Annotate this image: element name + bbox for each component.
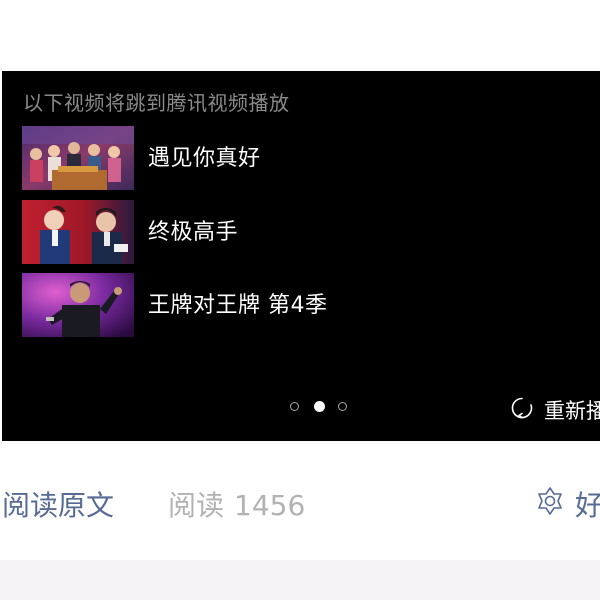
- read-label: 阅读: [168, 489, 225, 522]
- recommended-video-title: 终极高手: [148, 220, 239, 245]
- video-thumbnail: [22, 273, 134, 337]
- recommended-video-item[interactable]: 王牌对王牌 第4季: [22, 273, 582, 337]
- page-dot[interactable]: [338, 402, 347, 411]
- recommended-video-item[interactable]: 终极高手: [22, 200, 582, 264]
- section-divider: [0, 560, 600, 600]
- replay-icon: [511, 397, 533, 419]
- video-end-screen: 以下视频将跳到腾讯视频播放 遇见你真好 终极高手 王牌对王牌 第4季 重新播: [2, 71, 600, 441]
- video-thumbnail: [22, 200, 134, 264]
- page-dot-active[interactable]: [314, 401, 325, 412]
- redirect-notice: 以下视频将跳到腾讯视频播放: [23, 91, 290, 115]
- recommended-video-title: 王牌对王牌 第4季: [148, 293, 328, 318]
- article-page: 以下视频将跳到腾讯视频播放 遇见你真好 终极高手 王牌对王牌 第4季 重新播 阅…: [0, 0, 600, 600]
- video-thumbnail: [22, 126, 134, 190]
- read-count-value: 1456: [234, 489, 306, 522]
- recommended-video-title: 遇见你真好: [148, 146, 261, 171]
- like-flower-icon: [538, 487, 562, 515]
- like-label: 好: [575, 489, 600, 522]
- read-original-link[interactable]: 阅读原文: [2, 484, 114, 524]
- read-count: 阅读 1456: [168, 484, 305, 524]
- replay-label: 重新播: [544, 399, 600, 423]
- recommended-video-item[interactable]: 遇见你真好: [22, 126, 582, 190]
- page-dot[interactable]: [290, 402, 299, 411]
- article-footer: 阅读原文 阅读 1456 好: [0, 470, 600, 536]
